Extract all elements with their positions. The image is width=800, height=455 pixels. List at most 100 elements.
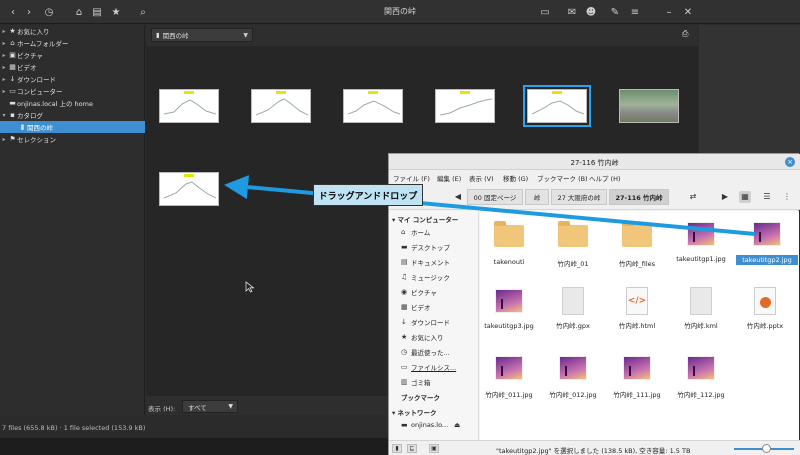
sidebar-item-catalog[interactable]: ▾ ▪ カタログ	[0, 109, 145, 121]
file-item-selected[interactable]: takeutitgp2.jpg	[736, 219, 798, 265]
fm-sidebar-home[interactable]: ⌂ ホーム	[401, 227, 430, 237]
star-icon: ★	[9, 27, 16, 35]
sidebar-item-home[interactable]: ▸ ⌂ ホームフォルダー	[0, 37, 145, 49]
menu-file[interactable]: ファイル (F)	[393, 173, 430, 183]
file-item[interactable]: 竹内峠.kml	[672, 286, 730, 330]
export-icon[interactable]: ⎙	[682, 29, 692, 40]
flag-icon: ⚑	[9, 135, 16, 143]
chevron-down-icon: ▼	[228, 403, 233, 410]
file-item[interactable]: takeutitgp3.jpg	[480, 286, 538, 330]
thumbnail[interactable]	[159, 89, 219, 123]
fm-sidebar-downloads[interactable]: ↓ ダウンロード	[401, 317, 450, 327]
sidebar-item-label: カタログ	[17, 112, 43, 120]
fm-sidebar-label: onjinas.lo...	[411, 421, 449, 429]
menu-icon[interactable]: ≡	[626, 3, 644, 21]
places-icon[interactable]: ⊑	[407, 444, 417, 453]
path-combo[interactable]: ▮ 関西の峠 ▼	[151, 28, 253, 42]
thumbnail[interactable]	[435, 89, 495, 123]
sidebar-item-label: ダウンロード	[17, 76, 56, 84]
file-name: 竹内峠_012.jpg	[549, 391, 597, 399]
fm-sidebar-desktop[interactable]: ▬ デスクトップ	[401, 242, 450, 252]
sidebar-item-kansai-pass[interactable]: ▮ 関西の峠	[0, 121, 145, 133]
compact-view-icon[interactable]: ⋮	[781, 191, 793, 203]
sidebar-item-network-home[interactable]: ▬ onjinas.local 上の home	[0, 97, 145, 109]
file-item[interactable]: 竹内峠.gpx	[544, 286, 602, 330]
fm-section-bookmarks[interactable]: ブックマーク	[401, 392, 440, 402]
fm-section-network[interactable]: ▾ ネットワーク	[392, 407, 437, 417]
fm-sidebar-label: ピクチャ	[411, 289, 437, 297]
fm-status-text: "takeutitgp2.jpg" を選択しました (138.5 kB), 空き…	[496, 447, 691, 455]
tree-icon[interactable]: ▣	[429, 444, 439, 453]
menu-edit[interactable]: 編集 (E)	[437, 173, 461, 183]
menu-bookmarks[interactable]: ブックマーク (B)	[537, 173, 588, 183]
menu-help[interactable]: ヘルプ (H)	[589, 173, 621, 183]
fm-section-computer[interactable]: ▾ マイ コンピューター	[392, 214, 458, 224]
fm-sidebar-pictures[interactable]: ◉ ピクチャ	[401, 287, 437, 297]
wrench-icon[interactable]: ✎	[606, 3, 624, 21]
sidebar-toggle-icon[interactable]: ▮	[392, 444, 402, 453]
top-toolbar: ‹ › ◷ ⌂ ▤ ★ ⌕ 関西の峠 ▭ ✉ ☻ ✎ ≡ – ✕	[0, 0, 800, 24]
clock-icon: ◷	[401, 348, 408, 356]
file-item[interactable]: takeutitgp1.jpg	[672, 219, 730, 263]
chat-icon[interactable]: ✉	[563, 3, 581, 21]
sidebar-item-label: ビデオ	[17, 64, 37, 72]
file-manager-window: 27-116 竹内峠 × ファイル (F) 編集 (E) 表示 (V) 移動 (…	[388, 153, 800, 455]
fm-sidebar-videos[interactable]: ▦ ビデオ	[401, 302, 431, 312]
file-item[interactable]: 竹内峠_012.jpg	[544, 353, 602, 399]
fm-file-grid[interactable]: takenouti 竹内峠_01 竹内峠_files takeutitgp1.j…	[480, 211, 799, 440]
breadcrumb-item[interactable]: 00 固定ページ	[467, 189, 523, 205]
breadcrumb-item[interactable]: 27 大阪府の峠	[551, 189, 607, 205]
eject-icon[interactable]: ⏏	[454, 421, 460, 429]
breadcrumb-current[interactable]: 27-116 竹内峠	[609, 189, 669, 205]
file-name: 竹内峠_01	[557, 260, 589, 268]
file-item[interactable]: 竹内峠.pptx	[736, 286, 794, 330]
people-icon[interactable]: ☻	[582, 3, 600, 21]
menu-view[interactable]: 表示 (V)	[469, 173, 494, 183]
thumbnail[interactable]	[251, 89, 311, 123]
sidebar-item-downloads[interactable]: ▸ ↓ ダウンロード	[0, 73, 145, 85]
sidebar-item-favorites[interactable]: ▸ ★ お気に入り	[0, 25, 145, 37]
fm-sidebar-trash[interactable]: ▥ ゴミ箱	[401, 377, 431, 387]
thumbnail-dropped[interactable]	[159, 172, 219, 206]
file-item[interactable]: 竹内峠_111.jpg	[608, 353, 666, 399]
fm-sidebar-network-share[interactable]: ▬ onjinas.lo... ⏏	[401, 421, 460, 429]
file-item[interactable]: takenouti	[480, 219, 538, 266]
file-name: 竹内峠_112.jpg	[677, 391, 725, 399]
close-icon[interactable]: ✕	[679, 3, 697, 21]
zoom-slider-handle[interactable]	[762, 444, 771, 453]
file-item[interactable]: 竹内峠_112.jpg	[672, 353, 730, 399]
breadcrumb-item[interactable]: 峠	[525, 189, 549, 205]
toggle-path-icon[interactable]: ⇄	[687, 191, 699, 203]
image-icon	[495, 356, 523, 380]
filter-select[interactable]: すべて ▼	[182, 400, 238, 413]
monitor-icon[interactable]: ▭	[536, 3, 554, 21]
list-view-icon[interactable]: ☰	[761, 191, 773, 203]
breadcrumb-left-icon[interactable]: ◀	[452, 191, 464, 203]
sidebar-item-pictures[interactable]: ▸ ▣ ピクチャ	[0, 49, 145, 61]
fm-sidebar-recent[interactable]: ◷ 最近使った...	[401, 347, 450, 357]
fm-sidebar-music[interactable]: ♫ ミュージック	[401, 272, 450, 282]
file-item[interactable]: 竹内峠_011.jpg	[480, 353, 538, 399]
close-icon[interactable]: ×	[785, 157, 795, 167]
file-name: takeutitgp1.jpg	[676, 255, 726, 263]
fm-sidebar-filesystem[interactable]: ▭ ファイルシス...	[401, 362, 456, 372]
thumbnail-photo[interactable]	[619, 89, 679, 123]
sidebar-item-videos[interactable]: ▸ ▦ ビデオ	[0, 61, 145, 73]
network-icon: ▬	[401, 421, 408, 429]
file-item[interactable]: 竹内峠_01	[544, 219, 602, 268]
image-icon	[753, 222, 781, 246]
sidebar-item-computer[interactable]: ▸ ▭ コンピューター	[0, 85, 145, 97]
sidebar-item-selection[interactable]: ▸ ⚑ セレクション	[0, 133, 145, 145]
file-item[interactable]: 竹内峠_files	[608, 219, 666, 268]
fm-sidebar-label: ビデオ	[411, 304, 431, 312]
file-item[interactable]: </> 竹内峠.html	[608, 286, 666, 330]
menu-go[interactable]: 移動 (G)	[503, 173, 528, 183]
breadcrumb-right-icon[interactable]: ▶	[719, 191, 731, 203]
fm-sidebar-documents[interactable]: ▤ ドキュメント	[401, 257, 450, 267]
fm-menubar: ファイル (F) 編集 (E) 表示 (V) 移動 (G) ブックマーク (B)…	[389, 170, 800, 184]
thumbnail-selected[interactable]	[523, 85, 591, 127]
minimize-icon[interactable]: –	[660, 3, 678, 21]
thumbnail[interactable]	[343, 89, 403, 123]
grid-view-icon[interactable]: ▦	[739, 191, 751, 203]
fm-sidebar-favorites[interactable]: ★ お気に入り	[401, 332, 444, 342]
